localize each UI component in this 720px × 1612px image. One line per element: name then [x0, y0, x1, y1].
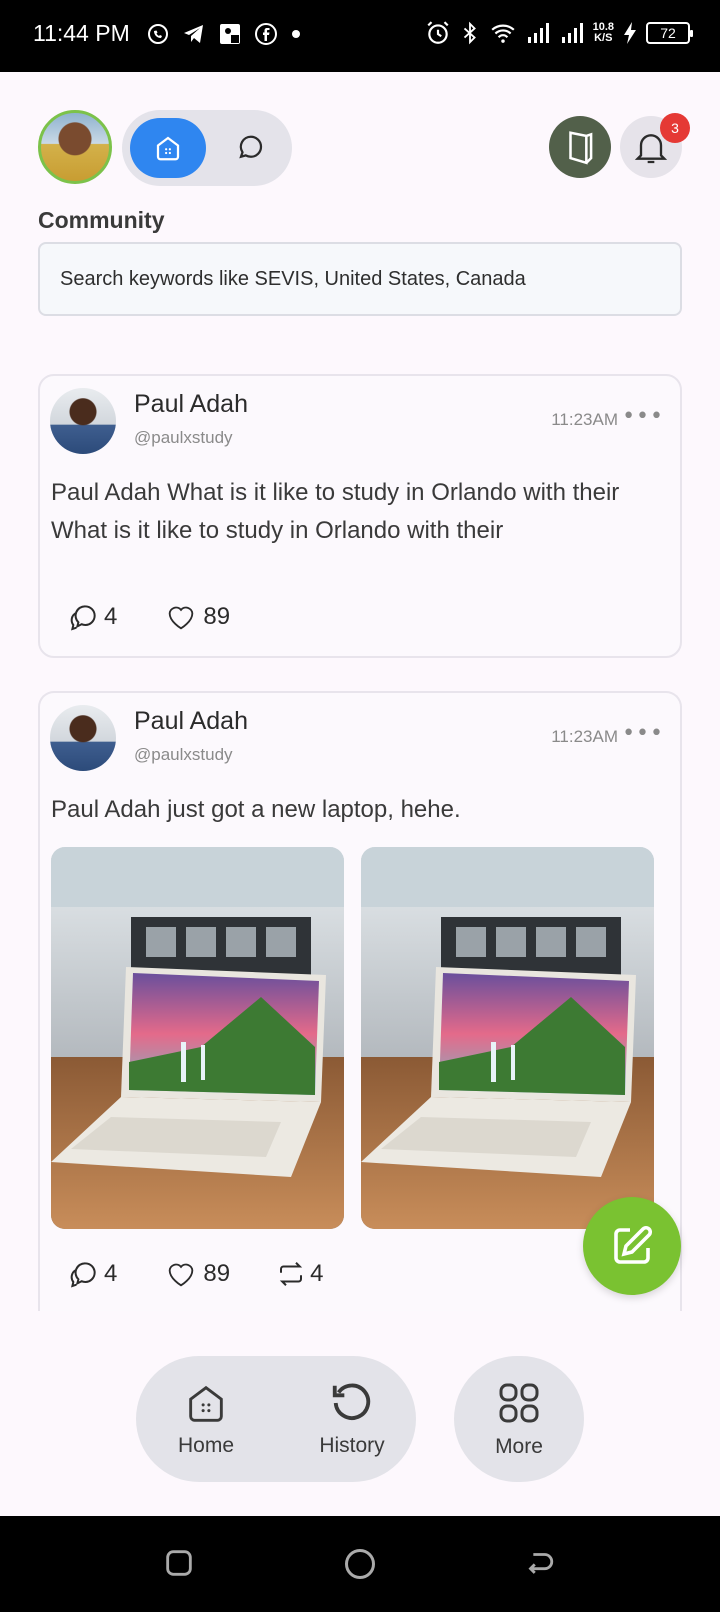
search-input[interactable]	[60, 244, 660, 314]
heart-icon	[169, 606, 194, 630]
heart-icon	[169, 1263, 194, 1287]
status-bar: 11:44 PM 10.8 K/S 72	[0, 0, 720, 72]
charging-icon	[624, 22, 636, 44]
comment-button[interactable]: 4	[68, 601, 117, 633]
status-time: 11:44 PM	[33, 20, 130, 46]
grid-icon	[499, 1383, 539, 1423]
nav-history[interactable]: History	[302, 1356, 402, 1482]
notification-badge: 3	[660, 113, 690, 143]
home-circle-icon[interactable]	[342, 1546, 378, 1582]
like-count: 89	[203, 1260, 231, 1287]
history-icon	[332, 1383, 371, 1420]
post-text: Paul Adah What is it like to study in Or…	[51, 479, 620, 544]
like-button[interactable]: 89	[163, 1257, 230, 1291]
home-icon	[189, 1385, 223, 1422]
post-author-name[interactable]: Paul Adah	[134, 707, 248, 736]
search-box	[38, 242, 682, 316]
bottom-nav: Home History	[136, 1356, 416, 1482]
photo-app-icon	[220, 24, 240, 44]
post-text: Paul Adah just got a new laptop, hehe.	[51, 796, 461, 823]
like-count: 89	[203, 603, 231, 630]
nav-history-label: History	[319, 1434, 385, 1457]
page-title: Community	[38, 207, 165, 233]
alarm-icon	[427, 21, 449, 44]
post-image[interactable]	[361, 847, 654, 1229]
wifi-icon	[491, 24, 515, 43]
user-avatar[interactable]	[38, 110, 112, 184]
network-speed: 10.8 K/S	[593, 22, 614, 44]
book-icon	[569, 131, 593, 165]
telegram-icon	[184, 25, 203, 43]
recents-icon[interactable]	[162, 1546, 196, 1580]
post-time: 11:23AM	[551, 727, 618, 746]
bluetooth-icon	[463, 21, 476, 45]
system-nav-bar	[0, 1516, 720, 1612]
laptop-photo	[51, 847, 344, 1229]
edit-icon	[614, 1225, 653, 1264]
repost-button[interactable]: 4	[276, 1259, 323, 1289]
comment-icon	[70, 605, 96, 631]
post-card[interactable]: Paul Adah @paulxstudy 11:23AM ••• Paul A…	[38, 374, 682, 658]
post-author-handle: @paulxstudy	[134, 428, 233, 447]
nav-more-label: More	[495, 1435, 543, 1458]
post-card[interactable]: Paul Adah @paulxstudy 11:23AM ••• Paul A…	[38, 691, 682, 1311]
network-speed-unit: K/S	[594, 32, 613, 44]
compose-button[interactable]	[583, 1197, 681, 1295]
repost-icon	[279, 1262, 303, 1286]
feed-toggle	[122, 110, 292, 186]
comment-button[interactable]: 4	[68, 1258, 117, 1290]
post-more-button[interactable]: •••	[622, 404, 664, 429]
nav-home[interactable]: Home	[156, 1356, 256, 1482]
comment-icon	[70, 1262, 96, 1288]
battery-indicator: 72	[646, 22, 693, 44]
feed-chat-tab[interactable]	[218, 118, 284, 178]
post-author-name[interactable]: Paul Adah	[134, 390, 248, 419]
post-more-button[interactable]: •••	[622, 721, 664, 746]
post-author-avatar[interactable]	[50, 705, 116, 771]
chat-icon	[239, 135, 263, 159]
signal-icon-2	[561, 23, 583, 43]
post-author-avatar[interactable]	[50, 388, 116, 454]
repost-count: 4	[310, 1260, 324, 1287]
post-author-handle: @paulxstudy	[134, 745, 233, 764]
facebook-icon	[255, 23, 277, 45]
comment-count: 4	[104, 1260, 118, 1287]
back-icon[interactable]	[522, 1546, 556, 1580]
nav-home-label: Home	[177, 1434, 235, 1457]
feed-home-tab[interactable]	[130, 118, 206, 178]
resources-button[interactable]	[549, 116, 611, 178]
dot-icon	[292, 30, 300, 38]
laptop-photo	[361, 847, 654, 1229]
home-icon	[156, 136, 180, 161]
system-status-icons: 10.8 K/S 72	[425, 20, 693, 46]
comment-count: 4	[104, 603, 118, 630]
whatsapp-icon	[148, 24, 168, 44]
like-button[interactable]: 89	[163, 600, 230, 634]
nav-more[interactable]: More	[454, 1356, 584, 1482]
post-image[interactable]	[51, 847, 344, 1229]
post-time: 11:23AM	[551, 410, 618, 429]
signal-icon-1	[527, 23, 549, 43]
notification-icons	[146, 22, 302, 46]
post-stats: 4 89	[68, 600, 276, 634]
post-stats: 4 89 4	[68, 1257, 369, 1291]
